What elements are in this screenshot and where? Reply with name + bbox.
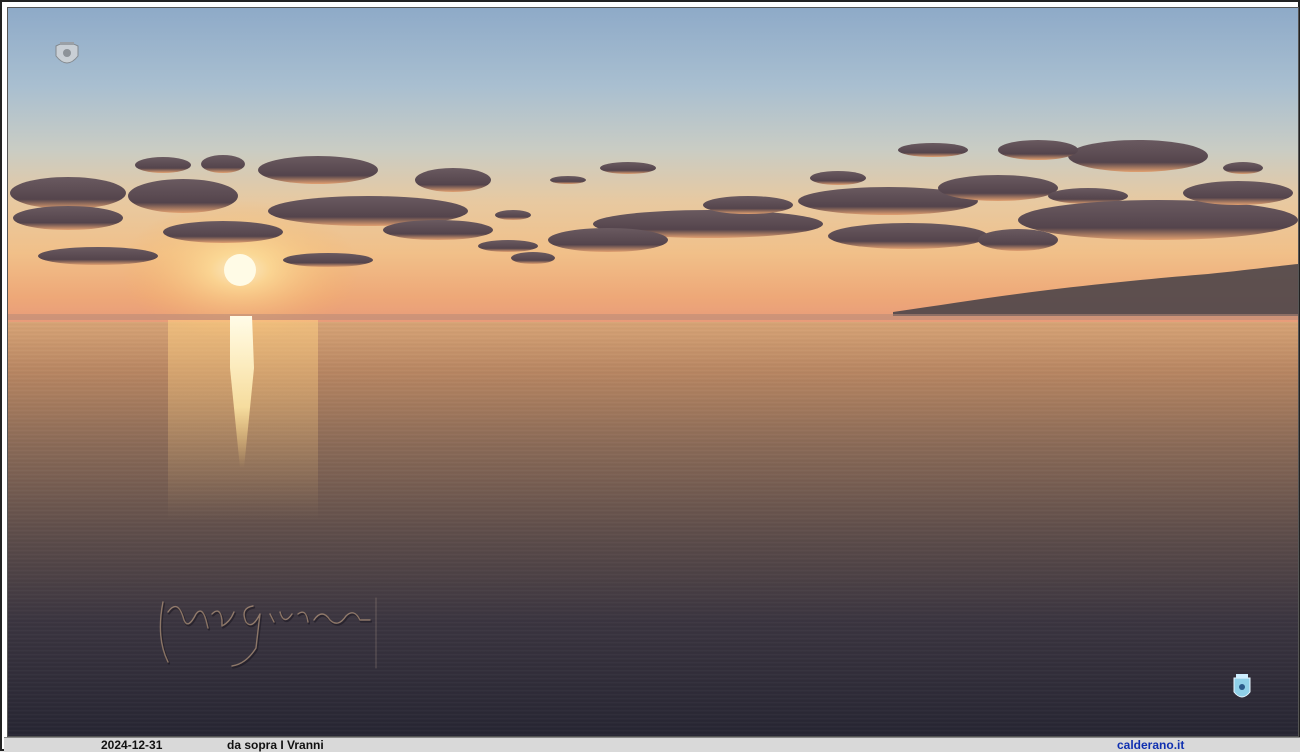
photo-date: 2024-12-31	[101, 738, 163, 752]
horizon	[8, 314, 1298, 320]
signature	[159, 597, 377, 669]
sun-reflection	[168, 316, 318, 520]
footer-bar: 2024-12-31 da sopra I Vranni calderano.i…	[4, 737, 1300, 752]
sunset-photo	[7, 7, 1299, 737]
crest-icon	[1233, 674, 1251, 698]
photo-frame: 2024-12-31 da sopra I Vranni calderano.i…	[0, 0, 1300, 752]
photo-caption: da sopra I Vranni	[227, 738, 324, 752]
distant-headland	[893, 264, 1298, 316]
site-link[interactable]: calderano.it	[1117, 738, 1184, 752]
coat-of-arms-icon	[55, 42, 79, 64]
scene-overlay	[8, 42, 1298, 698]
